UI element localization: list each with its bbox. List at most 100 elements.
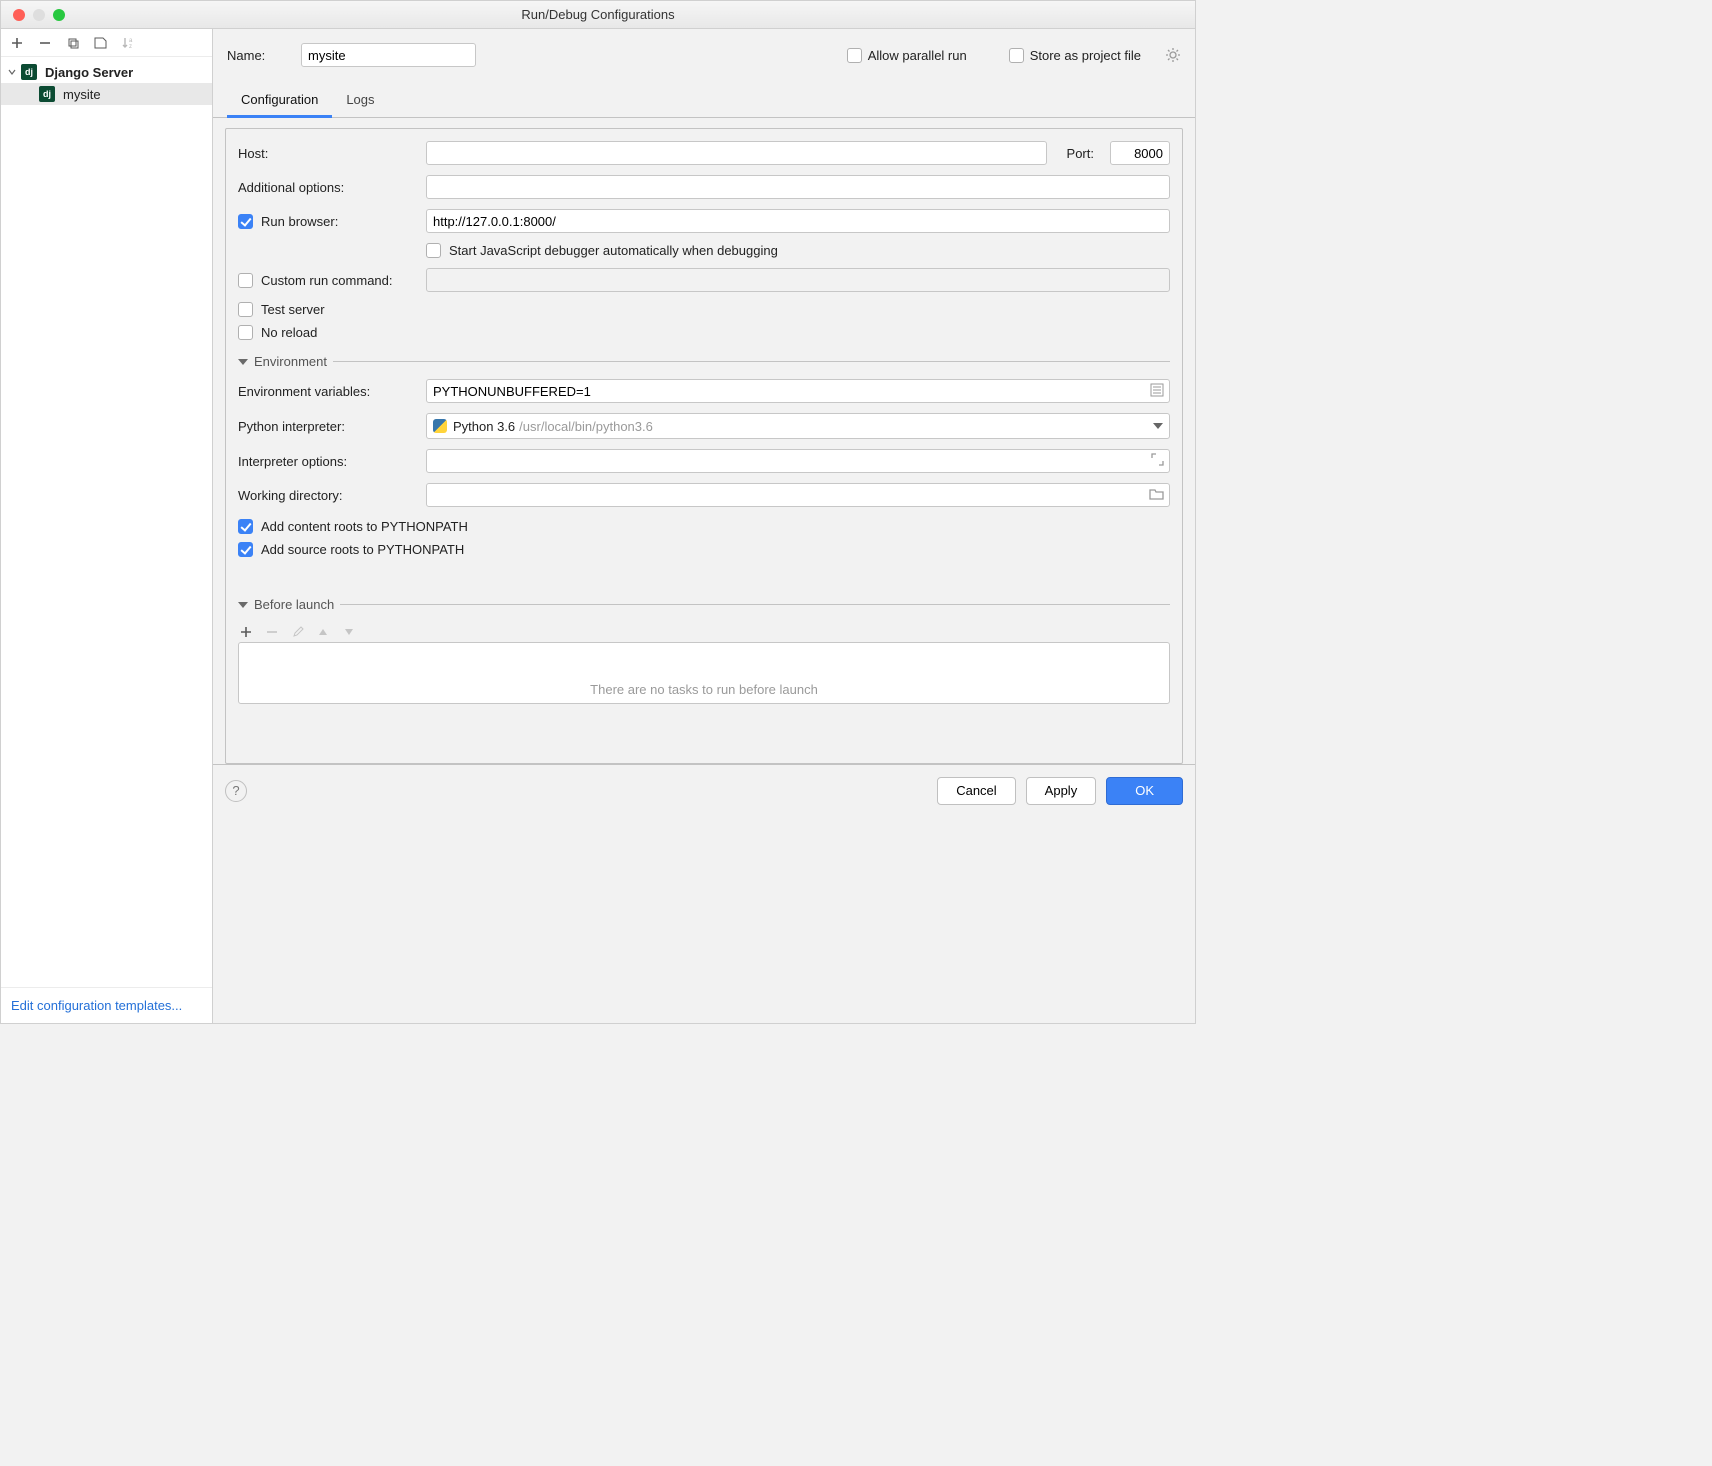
tree-item-mysite[interactable]: dj mysite [1,83,212,105]
before-launch-empty-text: There are no tasks to run before launch [590,682,818,697]
custom-run-command-checkbox[interactable] [238,273,253,288]
before-launch-list[interactable]: There are no tasks to run before launch [238,642,1170,704]
move-up-icon [318,628,332,636]
additional-options-label: Additional options: [238,180,416,195]
window-title: Run/Debug Configurations [1,7,1195,22]
environment-section-label: Environment [254,354,327,369]
run-browser-label: Run browser: [261,214,338,229]
additional-options-row: Additional options: [238,175,1170,199]
run-browser-row: Run browser: [238,209,1170,233]
main-panel: Name: Allow parallel run Store as projec… [213,29,1195,1023]
triangle-down-icon [238,602,248,608]
add-configuration-icon[interactable] [9,35,25,51]
environment-section-header[interactable]: Environment [238,354,1170,369]
configurations-tree: dj Django Server dj mysite [1,57,212,987]
add-task-icon[interactable] [240,626,254,638]
store-as-project-file-label: Store as project file [1030,48,1141,63]
sort-alphabetically-icon[interactable]: az [121,35,137,51]
tree-group-django-server[interactable]: dj Django Server [1,61,212,83]
name-input[interactable] [301,43,476,67]
run-browser-checkbox[interactable] [238,214,253,229]
edit-templates-link[interactable]: Edit configuration templates... [11,998,182,1013]
save-configuration-icon[interactable] [93,35,109,51]
allow-parallel-run-checkbox[interactable]: Allow parallel run [847,48,967,63]
python-icon [433,419,447,433]
tree-item-label: mysite [63,87,101,102]
sidebar-toolbar: az [1,29,212,57]
test-server-label: Test server [261,302,325,317]
python-interpreter-select[interactable]: Python 3.6/usr/local/bin/python3.6 [426,413,1170,439]
dialog-footer: ? Cancel Apply OK [213,764,1195,816]
no-reload-checkbox[interactable]: No reload [238,325,317,340]
custom-run-command-input [426,268,1170,292]
apply-button[interactable]: Apply [1026,777,1097,805]
test-server-checkbox[interactable]: Test server [238,302,325,317]
host-row: Host: Port: [238,141,1170,165]
no-reload-row: No reload [238,325,1170,340]
configurations-sidebar: az dj Django Server dj mysite Edit confi… [1,29,213,1023]
js-debugger-checkbox[interactable]: Start JavaScript debugger automatically … [426,243,778,258]
working-directory-label: Working directory: [238,488,416,503]
cancel-button[interactable]: Cancel [937,777,1015,805]
tab-configuration[interactable]: Configuration [227,84,332,118]
remove-configuration-icon[interactable] [37,35,53,51]
ok-button[interactable]: OK [1106,777,1183,805]
port-input[interactable] [1110,141,1170,165]
port-label: Port: [1067,146,1094,161]
folder-icon[interactable] [1149,487,1164,500]
add-source-roots-label: Add source roots to PYTHONPATH [261,542,464,557]
tab-logs[interactable]: Logs [332,84,388,118]
env-vars-row: Environment variables: [238,379,1170,403]
host-input[interactable] [426,141,1047,165]
additional-options-input[interactable] [426,175,1170,199]
store-as-project-file-checkbox[interactable]: Store as project file [1009,48,1141,63]
django-icon: dj [21,64,37,80]
config-tabs: Configuration Logs [213,83,1195,118]
python-interpreter-value: Python 3.6/usr/local/bin/python3.6 [453,419,653,434]
name-row: Name: Allow parallel run Store as projec… [213,29,1195,83]
env-vars-label: Environment variables: [238,384,416,399]
before-launch-toolbar [238,622,1170,642]
tree-group-label: Django Server [45,65,133,80]
custom-run-command-label: Custom run command: [261,273,393,288]
checkbox-box [238,302,253,317]
list-icon[interactable] [1150,383,1164,397]
host-label: Host: [238,146,416,161]
gear-icon[interactable] [1165,47,1181,63]
checkbox-box [238,542,253,557]
add-content-roots-checkbox[interactable]: Add content roots to PYTHONPATH [238,519,468,534]
add-content-roots-row: Add content roots to PYTHONPATH [238,519,1170,534]
run-browser-input[interactable] [426,209,1170,233]
working-directory-input[interactable] [426,483,1170,507]
edit-task-icon [292,626,306,638]
svg-text:z: z [129,44,132,49]
allow-parallel-run-label: Allow parallel run [868,48,967,63]
expand-icon[interactable] [1151,453,1164,466]
add-source-roots-checkbox[interactable]: Add source roots to PYTHONPATH [238,542,464,557]
chevron-down-icon [7,68,17,76]
working-directory-row: Working directory: [238,483,1170,507]
python-interpreter-label: Python interpreter: [238,419,416,434]
add-source-roots-row: Add source roots to PYTHONPATH [238,542,1170,557]
django-icon: dj [39,86,55,102]
env-vars-input[interactable] [426,379,1170,403]
checkbox-box [238,325,253,340]
add-content-roots-label: Add content roots to PYTHONPATH [261,519,468,534]
triangle-down-icon [238,359,248,365]
interpreter-options-input[interactable] [426,449,1170,473]
checkbox-box [238,273,253,288]
configuration-form: Host: Port: Additional options: Run brow… [225,128,1183,764]
body-split: az dj Django Server dj mysite Edit confi… [1,29,1195,1023]
checkbox-box [847,48,862,63]
test-server-row: Test server [238,302,1170,317]
checkbox-box [238,519,253,534]
chevron-down-icon [1153,423,1163,429]
move-down-icon [344,628,358,636]
help-icon[interactable]: ? [225,780,247,802]
before-launch-section-header[interactable]: Before launch [238,597,1170,612]
copy-configuration-icon[interactable] [65,35,81,51]
js-debugger-label: Start JavaScript debugger automatically … [449,243,778,258]
before-launch-section-label: Before launch [254,597,334,612]
interpreter-options-row: Interpreter options: [238,449,1170,473]
interpreter-options-label: Interpreter options: [238,454,416,469]
